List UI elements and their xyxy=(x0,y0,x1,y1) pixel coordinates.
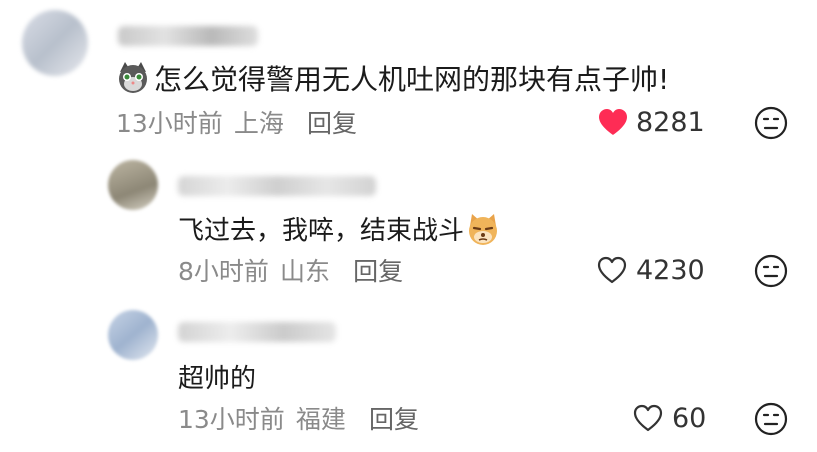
heart-icon xyxy=(597,108,629,136)
username[interactable] xyxy=(118,26,258,46)
comment-location: 山东 xyxy=(280,257,331,286)
reply-button[interactable]: 回复 xyxy=(369,405,419,434)
comment-item: 怎么觉得警用无人机吐网的那块有点子帅! 13小时前 上海 回复 8281 xyxy=(0,0,817,150)
comment-meta: 13小时前 上海 回复 xyxy=(116,104,357,140)
cat-emoji-icon xyxy=(116,60,150,94)
reply-item: 超帅的 13小时前 福建 回复 60 xyxy=(0,300,817,452)
comment-time: 13小时前 xyxy=(116,109,223,138)
like-count: 60 xyxy=(672,402,707,434)
comment-time: 8小时前 xyxy=(178,257,269,286)
dislike-face-icon[interactable] xyxy=(754,254,788,288)
comment-text: 超帅的 xyxy=(178,364,257,394)
comment-text: 怎么觉得警用无人机吐网的那块有点子帅! xyxy=(154,63,670,96)
reply-button[interactable]: 回复 xyxy=(307,109,357,138)
avatar[interactable] xyxy=(108,310,158,360)
comment-text-row: 飞过去，我啐，结束战斗 xyxy=(178,210,500,247)
dislike-face-icon[interactable] xyxy=(754,106,788,140)
comment-time: 13小时前 xyxy=(178,405,285,434)
like-button[interactable]: 4230 xyxy=(596,252,705,288)
avatar[interactable] xyxy=(22,10,88,76)
reply-item: 飞过去，我啐，结束战斗 8小时前 山东 回复 4230 xyxy=(0,150,817,300)
dog-emoji-icon xyxy=(466,212,500,246)
heart-icon xyxy=(596,256,628,284)
comment-meta: 8小时前 山东 回复 xyxy=(178,252,403,288)
like-count: 4230 xyxy=(636,254,705,286)
avatar[interactable] xyxy=(108,160,158,210)
like-button[interactable]: 60 xyxy=(632,400,706,436)
dislike-face-icon[interactable] xyxy=(754,402,788,436)
username[interactable] xyxy=(178,176,376,196)
heart-icon xyxy=(632,404,664,432)
like-count: 8281 xyxy=(636,106,705,138)
comment-location: 上海 xyxy=(233,109,284,138)
like-button[interactable]: 8281 xyxy=(597,104,705,140)
comment-text: 飞过去，我啐，结束战斗 xyxy=(178,216,465,246)
comment-location: 福建 xyxy=(295,405,346,434)
reply-button[interactable]: 回复 xyxy=(353,257,403,286)
comment-meta: 13小时前 福建 回复 xyxy=(178,400,419,436)
username[interactable] xyxy=(178,322,336,342)
